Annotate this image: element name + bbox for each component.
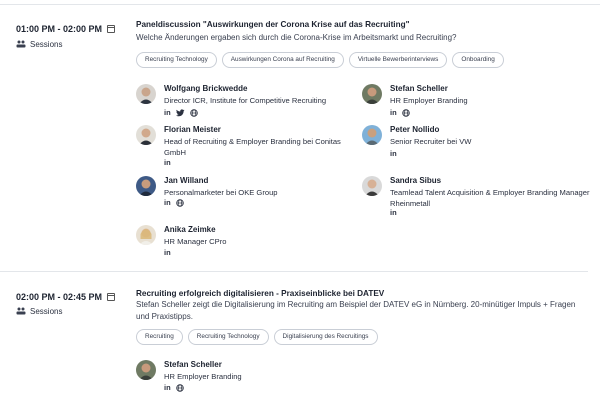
twitter-icon[interactable] [175, 109, 185, 117]
session-time: 01:00 PM - 02:00 PM [16, 24, 116, 34]
speaker-role: Teamlead Talent Acquisition & Employer B… [390, 188, 590, 208]
avatar [136, 225, 156, 245]
speaker-name[interactable]: Florian Meister [164, 125, 221, 134]
avatar [362, 176, 382, 196]
session-description: Welche Änderungen ergaben sich durch die… [136, 33, 457, 42]
speaker-name[interactable]: Stefan Scheller [164, 360, 222, 369]
session-title[interactable]: Recruiting erfolgreich digitalisieren - … [136, 289, 384, 298]
tag[interactable]: Auswirkungen Corona auf Recruiting [221, 52, 344, 68]
social-links: in [164, 383, 184, 393]
speaker-name[interactable]: Peter Nollido [390, 125, 439, 134]
social-links: in [164, 108, 198, 118]
speaker-role: HR Employer Branding [164, 372, 242, 381]
people-icon [16, 307, 26, 315]
tag[interactable]: Onboarding [452, 52, 504, 68]
linkedin-icon[interactable]: in [390, 149, 397, 159]
linkedin-icon[interactable]: in [164, 108, 171, 118]
social-links: in [164, 198, 184, 208]
globe-icon[interactable] [401, 109, 410, 117]
linkedin-icon[interactable]: in [164, 248, 171, 258]
speaker-name[interactable]: Stefan Scheller [390, 84, 448, 93]
globe-icon[interactable] [175, 384, 184, 392]
speaker-role: Director ICR, Institute for Competitive … [164, 96, 327, 105]
tag[interactable]: Recruiting Technology [136, 52, 217, 68]
calendar-icon[interactable] [107, 25, 116, 33]
speaker-name[interactable]: Anika Zeimke [164, 225, 216, 234]
social-links: in [164, 248, 171, 258]
globe-icon[interactable] [175, 199, 184, 207]
speaker-card[interactable]: Wolfgang Brickwedde Director ICR, Instit… [136, 84, 346, 120]
calendar-icon[interactable] [107, 293, 116, 301]
avatar [136, 84, 156, 104]
speaker-card[interactable]: Stefan Scheller HR Employer Branding in [362, 84, 572, 120]
speaker-card[interactable]: Sandra Sibus Teamlead Talent Acquisition… [362, 176, 590, 220]
speaker-role: HR Employer Branding [390, 96, 468, 105]
linkedin-icon[interactable]: in [164, 198, 171, 208]
tag[interactable]: Recruiting [136, 329, 183, 345]
avatar [136, 360, 156, 380]
social-links: in [390, 208, 397, 218]
linkedin-icon[interactable]: in [164, 383, 171, 393]
speaker-card[interactable]: Peter Nollido Senior Recruiter bei VW in [362, 125, 572, 161]
session-type: Sessions [16, 307, 62, 316]
top-divider [0, 4, 600, 5]
session-title[interactable]: Paneldiscussion "Auswirkungen der Corona… [136, 20, 409, 29]
linkedin-icon[interactable]: in [390, 108, 397, 118]
session-type: Sessions [16, 40, 62, 49]
session-description: Stefan Scheller zeigt die Digitalisierun… [136, 300, 576, 321]
speaker-name[interactable]: Jan Willand [164, 176, 208, 185]
avatar [362, 84, 382, 104]
social-links: in [390, 108, 410, 118]
avatar [362, 125, 382, 145]
speaker-name[interactable]: Sandra Sibus [390, 176, 441, 185]
social-links: in [390, 149, 397, 159]
speaker-role: HR Manager CPro [164, 237, 227, 246]
session-tags: Recruiting Technology Auswirkungen Coron… [136, 52, 504, 68]
linkedin-icon[interactable]: in [390, 208, 397, 218]
speaker-role: Senior Recruiter bei VW [390, 137, 472, 146]
speaker-card[interactable]: Jan Willand Personalmarketer bei OKE Gro… [136, 176, 346, 212]
tag[interactable]: Digitalisierung des Recruitings [273, 329, 378, 345]
session-time: 02:00 PM - 02:45 PM [16, 292, 116, 302]
people-icon [16, 40, 26, 48]
linkedin-icon[interactable]: in [164, 158, 171, 168]
session-divider [0, 271, 588, 272]
speaker-card[interactable]: Stefan Scheller HR Employer Branding in [136, 360, 346, 396]
speaker-name[interactable]: Wolfgang Brickwedde [164, 84, 247, 93]
session-tags: Recruiting Recruiting Technology Digital… [136, 329, 378, 345]
avatar [136, 125, 156, 145]
avatar [136, 176, 156, 196]
speaker-card[interactable]: Anika Zeimke HR Manager CPro in [136, 225, 346, 261]
speaker-card[interactable]: Florian Meister Head of Recruiting & Emp… [136, 125, 346, 169]
speaker-role: Head of Recruiting & Employer Branding b… [164, 137, 341, 157]
globe-icon[interactable] [189, 109, 198, 117]
social-links: in [164, 158, 171, 168]
speaker-role: Personalmarketer bei OKE Group [164, 188, 278, 197]
tag[interactable]: Virtuelle Bewerberinterviews [348, 52, 448, 68]
tag[interactable]: Recruiting Technology [187, 329, 269, 345]
